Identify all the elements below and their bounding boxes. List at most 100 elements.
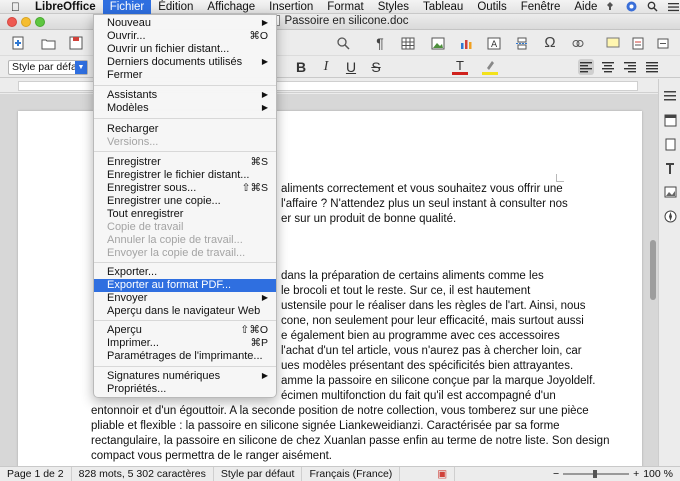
- search-icon[interactable]: [646, 1, 658, 12]
- submenu-arrow-icon: ▶: [261, 18, 268, 27]
- menu-outils[interactable]: Outils: [470, 0, 513, 14]
- justify-icon[interactable]: [644, 59, 660, 75]
- apple-icon[interactable]: : [0, 0, 28, 14]
- zoom-level[interactable]: 100 %: [643, 467, 673, 481]
- menu-item-envoyer[interactable]: Envoyer ▶: [94, 292, 276, 305]
- menu-item-versions: Versions...: [94, 136, 276, 149]
- menu-icon[interactable]: [663, 89, 677, 103]
- menu-item-enregistrer[interactable]: Enregistrer ⌘S: [94, 156, 276, 169]
- svg-text:A: A: [491, 40, 498, 50]
- menu-separator: [94, 320, 276, 321]
- strikethrough-button[interactable]: S: [368, 59, 384, 75]
- menu-app-name[interactable]: LibreOffice: [28, 0, 103, 14]
- comment-icon[interactable]: [605, 35, 621, 51]
- text-boundary-mark: [556, 174, 564, 182]
- navigator-icon[interactable]: [663, 209, 677, 223]
- menu-item-exporter[interactable]: Exporter...: [94, 266, 276, 279]
- menu-item-proprietes[interactable]: Propriétés...: [94, 383, 276, 396]
- doc-line: pliable et flexible : la passoire en sil…: [91, 420, 560, 432]
- page-break-icon[interactable]: [514, 35, 530, 51]
- menu-item-imprimer[interactable]: Imprimer... ⌘P: [94, 337, 276, 350]
- menu-item-nouveau[interactable]: Nouveau ▶: [94, 17, 276, 30]
- menu-item-assistants[interactable]: Assistants ▶: [94, 89, 276, 102]
- menu-item-derniers-documents-utilises[interactable]: Derniers documents utilisés ▶: [94, 56, 276, 69]
- menu-item-parametrages-de-l-imprimante[interactable]: Paramétrages de l'imprimante...: [94, 350, 276, 363]
- word-count[interactable]: 828 mots, 5 302 caractères: [72, 466, 214, 481]
- menu-item-label: Enregistrer sous...: [107, 182, 197, 194]
- menu-separator: [94, 85, 276, 86]
- menu-insertion[interactable]: Insertion: [262, 0, 320, 14]
- open-folder-icon[interactable]: [40, 35, 56, 51]
- align-center-icon[interactable]: [600, 59, 616, 75]
- insert-table-icon[interactable]: [400, 35, 416, 51]
- special-character-icon[interactable]: Ω: [542, 34, 558, 51]
- menu-aide[interactable]: Aide: [567, 0, 604, 14]
- insert-textbox-icon[interactable]: A: [486, 35, 502, 51]
- menu-tableau[interactable]: Tableau: [416, 0, 470, 14]
- paragraph-style-select[interactable]: Style par défaut ▼: [8, 60, 88, 75]
- underline-button[interactable]: U: [343, 59, 359, 75]
- properties-icon[interactable]: [663, 113, 677, 127]
- zoom-slider-thumb[interactable]: [593, 469, 598, 478]
- menu-item-label: Enregistrer: [107, 156, 161, 168]
- zoom-in-icon[interactable]: +: [633, 467, 639, 481]
- menu-item-fermer[interactable]: Fermer: [94, 69, 276, 82]
- menu-item-copie-de-travail: Copie de travail: [94, 221, 276, 234]
- menu-item-ouvrir-un-fichier-distant[interactable]: Ouvrir un fichier distant...: [94, 43, 276, 56]
- menu-item-shortcut: ⌘O: [249, 30, 268, 42]
- pin-icon[interactable]: [604, 1, 616, 12]
- submenu-arrow-icon: ▶: [261, 293, 268, 302]
- menu-item-enregistrer-sous[interactable]: Enregistrer sous... ⇧⌘S: [94, 182, 276, 195]
- menu-item-enregistrer-une-copie[interactable]: Enregistrer une copie...: [94, 195, 276, 208]
- menu-item-apercu-dans-le-navigateur-web[interactable]: Aperçu dans le navigateur Web: [94, 305, 276, 318]
- menu-affichage[interactable]: Affichage: [200, 0, 262, 14]
- notification-center-icon[interactable]: [667, 1, 679, 12]
- gallery-icon[interactable]: [663, 185, 677, 199]
- menu-item-modeles[interactable]: Modèles ▶: [94, 102, 276, 115]
- menu-fichier[interactable]: Fichier: [102, 0, 152, 14]
- page-indicator[interactable]: Page 1 de 2: [0, 466, 72, 481]
- menu-item-label: Ouvrir...: [107, 30, 146, 42]
- insert-field-icon[interactable]: [655, 35, 671, 51]
- menu-item-signatures-numeriques[interactable]: Signatures numériques ▶: [94, 370, 276, 383]
- page-style[interactable]: Style par défaut: [214, 466, 303, 481]
- highlight-color-icon[interactable]: [482, 58, 498, 75]
- bold-button[interactable]: B: [293, 59, 309, 75]
- align-left-icon[interactable]: [578, 59, 594, 75]
- vertical-scrollbar[interactable]: [650, 240, 656, 300]
- insert-chart-icon[interactable]: [458, 35, 474, 51]
- menu-edition[interactable]: Édition: [151, 0, 200, 14]
- sidebar-deck: [658, 79, 680, 466]
- zoom-slider[interactable]: [563, 469, 630, 478]
- menu-item-recharger[interactable]: Recharger: [94, 123, 276, 136]
- hyperlink-icon[interactable]: [570, 35, 586, 51]
- align-right-icon[interactable]: [622, 59, 638, 75]
- menu-styles[interactable]: Styles: [371, 0, 416, 14]
- doc-line: l'achat d'un tel article, vous n'aurez p…: [281, 345, 582, 357]
- menu-item-exporter-au-format-pdf[interactable]: Exporter au format PDF...: [94, 279, 276, 292]
- zoom-out-icon[interactable]: −: [553, 467, 559, 481]
- formatting-marks-icon[interactable]: ¶: [372, 35, 388, 51]
- track-changes-icon[interactable]: [630, 35, 646, 51]
- styles-icon[interactable]: [663, 161, 677, 175]
- menu-fenetre[interactable]: Fenêtre: [514, 0, 568, 14]
- menu-item-ouvrir[interactable]: Ouvrir... ⌘O: [94, 30, 276, 43]
- find-replace-icon[interactable]: [335, 35, 351, 51]
- chrome-icon[interactable]: [625, 1, 637, 12]
- menu-item-enregistrer-le-fichier-distant[interactable]: Enregistrer le fichier distant...: [94, 169, 276, 182]
- doc-line: le brocoli et tout le reste. Sur ce, il …: [281, 285, 531, 297]
- menu-separator: [94, 118, 276, 119]
- menu-format[interactable]: Format: [320, 0, 370, 14]
- menu-item-tout-enregistrer[interactable]: Tout enregistrer: [94, 208, 276, 221]
- zoom-controls: − + 100 %: [546, 467, 680, 481]
- menu-item-apercu[interactable]: Aperçu ⇧⌘O: [94, 324, 276, 337]
- italic-button[interactable]: I: [318, 59, 334, 75]
- submenu-arrow-icon: ▶: [261, 371, 268, 380]
- font-color-button[interactable]: T: [452, 58, 468, 75]
- insert-image-icon[interactable]: [430, 35, 446, 51]
- save-icon[interactable]: [68, 35, 84, 51]
- language[interactable]: Français (France): [302, 466, 401, 481]
- new-document-icon[interactable]: [10, 35, 26, 51]
- page-icon[interactable]: [663, 137, 677, 151]
- doc-line: ues modèles présentant des spécificités …: [281, 360, 574, 372]
